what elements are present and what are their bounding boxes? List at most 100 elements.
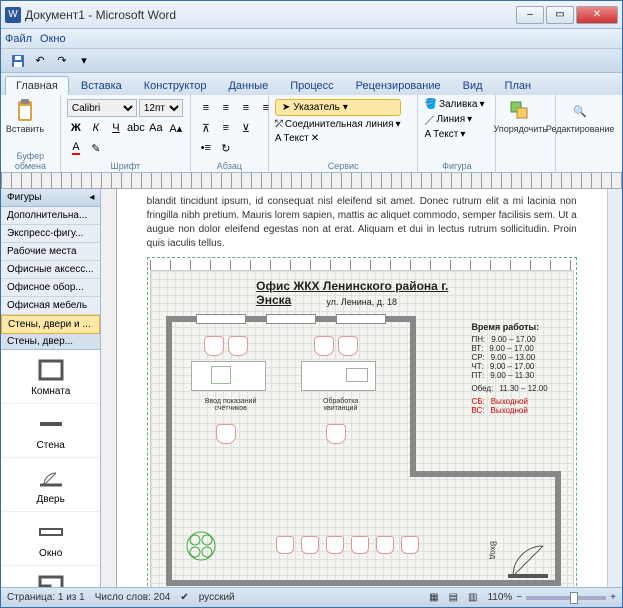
zoom-level[interactable]: 110% <box>487 592 512 603</box>
pointer-tool-button[interactable]: ➤ Указатель ▾ <box>275 99 401 116</box>
cat-workplaces[interactable]: Рабочие места <box>1 243 100 261</box>
zoom-out-button[interactable]: − <box>516 592 522 603</box>
cat-equipment[interactable]: Офисное обор... <box>1 279 100 297</box>
rotate-button[interactable]: ↻ <box>217 139 235 157</box>
cat-more[interactable]: Дополнительна... <box>1 207 100 225</box>
cat-express[interactable]: Экспресс-фигу... <box>1 225 100 243</box>
embedded-drawing[interactable]: Офис ЖКХ Ленинского района г. Энска ул. … <box>147 257 577 587</box>
room-icon <box>5 356 96 384</box>
document-area[interactable]: blandit tincidunt ipsum, id consequat ni… <box>117 189 607 587</box>
tab-review[interactable]: Рецензирование <box>346 77 451 95</box>
menu-window[interactable]: Окно <box>40 33 66 45</box>
underline-button[interactable]: Ч <box>107 119 125 137</box>
align-center-button[interactable]: ≡ <box>217 99 235 117</box>
font-color-button[interactable]: A <box>67 139 85 157</box>
chair-icon <box>401 536 419 554</box>
floor-outline: Ввод показаний счётчиков Обработка квита… <box>166 316 558 584</box>
titlebar: W Документ1 - Microsoft Word – ▭ ✕ <box>1 1 622 29</box>
plant-icon <box>181 526 221 566</box>
shape-window[interactable]: Окно <box>1 512 100 566</box>
zoom-in-button[interactable]: + <box>610 592 616 603</box>
arrange-button[interactable]: Упорядочить <box>500 97 540 136</box>
group-paragraph: ≡ ≡ ≡ ≡ ⊼ ≡ ⊻ •≡ ↻ Абзац <box>191 95 269 172</box>
strikethrough-button[interactable]: abc <box>127 119 145 137</box>
status-page[interactable]: Страница: 1 из 1 <box>7 592 85 603</box>
app-icon: W <box>5 7 21 23</box>
paste-button[interactable]: Вставить <box>5 97 45 136</box>
shape-room[interactable]: Комната <box>1 350 100 404</box>
fill-button[interactable]: Заливка <box>439 99 478 110</box>
quick-access-toolbar: ↶ ↷ ▾ <box>1 49 622 73</box>
cat-walls-sub[interactable]: Стены, двер... <box>1 334 100 350</box>
redo-button[interactable]: ↷ <box>53 52 71 70</box>
zoom-slider[interactable] <box>526 596 606 600</box>
minimize-button[interactable]: – <box>516 6 544 24</box>
line-button[interactable]: Линия <box>436 114 465 125</box>
tab-plan[interactable]: План <box>495 77 542 95</box>
room-label-2: Обработка квитанций <box>306 398 376 412</box>
view-web-button[interactable]: ▥ <box>468 592 477 603</box>
tab-data[interactable]: Данные <box>218 77 278 95</box>
room-label-1: Ввод показаний счётчиков <box>196 398 266 412</box>
chair-icon <box>376 536 394 554</box>
group-clipboard: Вставить Буфер обмена <box>1 95 61 172</box>
qat-more-button[interactable]: ▾ <box>75 52 93 70</box>
text-tool-button[interactable]: Текст <box>284 133 309 144</box>
tab-process[interactable]: Процесс <box>280 77 343 95</box>
italic-button[interactable]: К <box>87 119 105 137</box>
view-print-layout-button[interactable]: ▦ <box>429 592 438 603</box>
align-top-button[interactable]: ⊼ <box>197 119 215 137</box>
paste-icon <box>13 99 37 123</box>
tab-home[interactable]: Главная <box>5 76 69 95</box>
grow-font-button[interactable]: A▴ <box>167 119 185 137</box>
pointer-icon: ➤ <box>282 102 290 113</box>
status-language[interactable]: русский <box>199 592 235 603</box>
shapes-panel: Фигуры ◂ Дополнительна... Экспресс-фигу.… <box>1 189 101 587</box>
menu-file[interactable]: Файл <box>5 33 32 45</box>
app-window: W Документ1 - Microsoft Word – ▭ ✕ Файл … <box>0 0 623 608</box>
chair-icon <box>228 336 248 356</box>
cat-accessories[interactable]: Офисные аксесс... <box>1 261 100 279</box>
window-title: Документ1 - Microsoft Word <box>25 8 516 22</box>
shape-text-button[interactable]: Текст <box>433 129 458 140</box>
vertical-scrollbar[interactable] <box>607 189 622 587</box>
highlight-button[interactable]: ✎ <box>87 139 105 157</box>
status-spellcheck-icon[interactable]: ✔ <box>180 592 188 603</box>
floor-plan: Офис ЖКХ Ленинского района г. Энска ул. … <box>150 270 574 587</box>
align-right-button[interactable]: ≡ <box>237 99 255 117</box>
case-button[interactable]: Aa <box>147 119 165 137</box>
undo-button[interactable]: ↶ <box>31 52 49 70</box>
editing-button[interactable]: 🔍 Редактирование <box>560 97 600 136</box>
body-paragraph-1: blandit tincidunt ipsum, id consequat ni… <box>147 195 577 251</box>
entry-label: Вход <box>489 541 498 559</box>
working-hours: Время работы: ПН:9.00 – 17.00 ВТ:9.00 – … <box>471 322 547 415</box>
view-reading-button[interactable]: ▤ <box>449 592 458 603</box>
group-editing: 🔍 Редактирование <box>556 95 622 172</box>
cat-walls[interactable]: Стены, двери и ... <box>1 315 100 334</box>
tab-view[interactable]: Вид <box>453 77 493 95</box>
text-icon: A <box>424 129 431 140</box>
maximize-button[interactable]: ▭ <box>546 6 574 24</box>
cat-furniture[interactable]: Офисная мебель <box>1 297 100 315</box>
shape-corner-room[interactable]: Угловая комната <box>1 566 100 587</box>
tab-design[interactable]: Конструктор <box>134 77 217 95</box>
shape-door[interactable]: Дверь <box>1 458 100 512</box>
bold-button[interactable]: Ж <box>67 119 85 137</box>
align-middle-button[interactable]: ≡ <box>217 119 235 137</box>
panel-collapse-icon[interactable]: ◂ <box>89 192 94 203</box>
bullets-button[interactable]: •≡ <box>197 139 215 157</box>
tab-insert[interactable]: Вставка <box>71 77 132 95</box>
close-button[interactable]: ✕ <box>576 6 618 24</box>
save-button[interactable] <box>9 52 27 70</box>
connector-button[interactable]: Соединительная линия <box>285 119 394 130</box>
workarea: Фигуры ◂ Дополнительна... Экспресс-фигу.… <box>1 189 622 587</box>
font-size-select[interactable]: 12пт <box>139 99 183 117</box>
align-left-button[interactable]: ≡ <box>197 99 215 117</box>
crosshair-icon: ✕ <box>311 133 319 144</box>
shape-wall[interactable]: Стена <box>1 404 100 458</box>
align-bottom-button[interactable]: ⊻ <box>237 119 255 137</box>
chair-icon <box>326 536 344 554</box>
font-name-select[interactable]: Calibri <box>67 99 137 117</box>
chair-icon <box>351 536 369 554</box>
status-wordcount[interactable]: Число слов: 204 <box>95 592 171 603</box>
